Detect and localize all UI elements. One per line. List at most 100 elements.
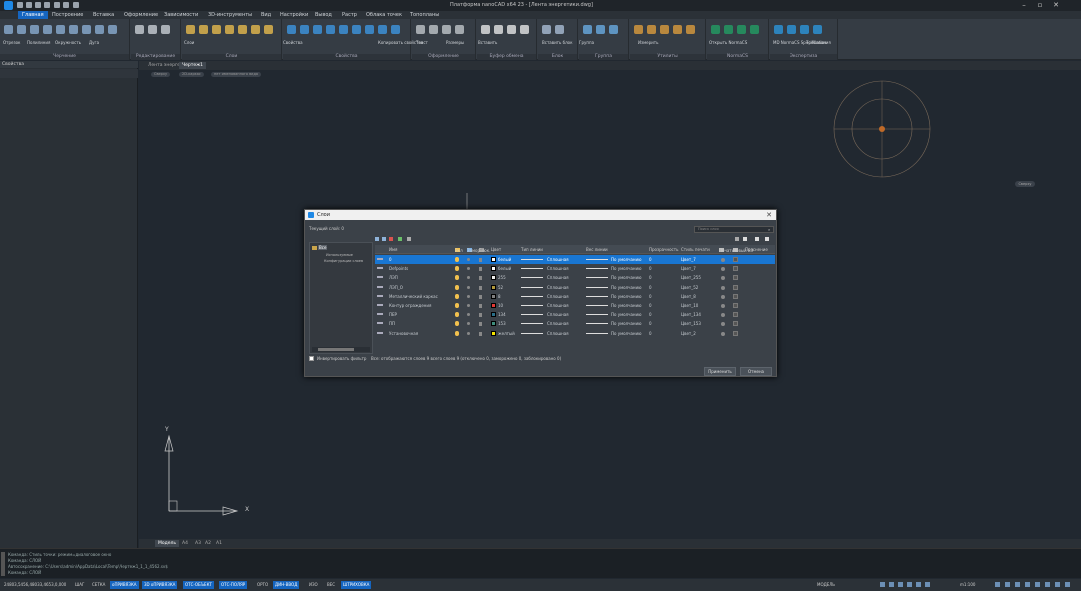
ribbon-tool-icon[interactable]: [686, 25, 695, 34]
status-tray-icon[interactable]: [889, 582, 894, 587]
printer-icon[interactable]: [721, 276, 725, 281]
ribbon-tab-1[interactable]: Построение: [52, 12, 83, 18]
layer-row[interactable]: Контур ограждения 10 Сплошная По умолчанию 0…: [375, 301, 775, 310]
printer-icon[interactable]: [721, 331, 725, 336]
ribbon-tool-icon[interactable]: [43, 25, 52, 34]
ribbon-tool-icon[interactable]: [507, 25, 516, 34]
color-swatch[interactable]: [491, 284, 496, 290]
ribbon-tool-icon[interactable]: [774, 25, 783, 34]
apply-button[interactable]: Применить: [704, 367, 736, 376]
layer-search-input[interactable]: Поиск слоя: [694, 226, 774, 233]
column-header-6[interactable]: Вес линии: [586, 247, 608, 252]
sun-icon[interactable]: [467, 294, 470, 298]
column-header-5[interactable]: Тип линии: [521, 247, 543, 252]
printer-icon[interactable]: [721, 294, 725, 299]
status-tray-icon[interactable]: [1005, 582, 1010, 587]
model-space-toggle[interactable]: МОДЕЛЬ: [815, 581, 837, 589]
color-swatch[interactable]: [491, 312, 496, 318]
status-toggle-1[interactable]: СЕТКА: [90, 581, 107, 589]
ribbon-tool-icon[interactable]: [365, 25, 374, 34]
color-swatch[interactable]: [491, 257, 496, 262]
lock-icon[interactable]: [479, 267, 482, 272]
ribbon-tool-icon[interactable]: [813, 25, 822, 34]
ribbon-button-label[interactable]: Слои: [184, 40, 194, 45]
tree-used-layers[interactable]: Используемые: [326, 253, 353, 257]
ribbon-tool-icon[interactable]: [287, 25, 296, 34]
printer-icon[interactable]: [721, 285, 725, 290]
layer-row[interactable]: ЛЭП 255 Сплошная По умолчанию 0 Цвет_255: [375, 273, 775, 282]
layer-row[interactable]: ПП 153 Сплошная По умолчанию 0 Цвет_153: [375, 319, 775, 328]
bulb-icon[interactable]: [455, 303, 459, 308]
ribbon-tab-4[interactable]: Зависимости: [164, 12, 198, 18]
app-logo-icon[interactable]: [4, 1, 13, 10]
bulb-icon[interactable]: [455, 266, 459, 272]
sun-icon[interactable]: [467, 267, 470, 271]
ribbon-button-label[interactable]: Открыть NormaCS: [709, 40, 747, 45]
view-crumb-2[interactable]: нет именованного вида: [211, 72, 262, 77]
command-line[interactable]: Команда: Стиль точки: режим=диалоговое о…: [0, 548, 1081, 578]
new-layer-vp-icon[interactable]: [382, 237, 386, 241]
cancel-button[interactable]: Отмена: [740, 367, 772, 376]
new-vp-freeze-icon[interactable]: [733, 312, 738, 318]
ribbon-tool-icon[interactable]: [339, 25, 348, 34]
lock-icon[interactable]: [479, 258, 482, 262]
ribbon-tool-icon[interactable]: [313, 25, 322, 34]
columns-icon[interactable]: [743, 237, 747, 241]
refresh-icon[interactable]: [407, 237, 411, 241]
ribbon-button-label[interactable]: Текст: [416, 40, 428, 45]
print-icon[interactable]: [44, 2, 50, 8]
column-header-8[interactable]: Стиль печати: [681, 247, 710, 252]
ribbon-tool-icon[interactable]: [161, 25, 170, 34]
minimize-icon[interactable]: –: [1020, 1, 1028, 9]
search-icon[interactable]: ⌕: [768, 227, 770, 232]
document-tab-1[interactable]: Чертеж1: [179, 62, 207, 69]
status-toggle-3[interactable]: 3D оПРИВЯЗКА: [142, 581, 178, 589]
color-swatch[interactable]: [491, 275, 496, 281]
ribbon-tool-icon[interactable]: [455, 25, 464, 34]
ribbon-tool-icon[interactable]: [724, 25, 733, 34]
ribbon-tool-icon[interactable]: [494, 25, 503, 34]
status-tray-icon[interactable]: [916, 582, 921, 587]
status-toggle-8[interactable]: ИЗО: [307, 581, 320, 589]
maximize-icon[interactable]: ▫: [1036, 1, 1044, 9]
ribbon-tool-icon[interactable]: [95, 25, 104, 34]
ribbon-tool-icon[interactable]: [442, 25, 451, 34]
layer-row[interactable]: Металлический каркас 8 Сплошная По умолчани…: [375, 292, 775, 301]
tree-root[interactable]: Все: [318, 245, 328, 250]
column-header-7[interactable]: Прозрачность: [649, 247, 678, 252]
ribbon-button-label[interactable]: Свойства: [283, 40, 303, 45]
ribbon-button-label[interactable]: Дуга: [89, 40, 99, 45]
ribbon-tool-icon[interactable]: [69, 25, 78, 34]
viewcube[interactable]: [833, 80, 931, 178]
set-current-icon[interactable]: [398, 237, 402, 241]
ribbon-button-label[interactable]: Окружность: [55, 40, 81, 45]
printer-icon[interactable]: [721, 304, 725, 308]
lock-icon[interactable]: [479, 331, 482, 336]
sun-icon[interactable]: [467, 276, 470, 280]
status-toggle-10[interactable]: ШТРИХОВКА: [341, 581, 372, 589]
new-layer-icon[interactable]: [375, 237, 379, 241]
ribbon-button-label[interactable]: Полилиния: [27, 40, 50, 45]
layout-tab-0[interactable]: Модель: [155, 540, 180, 547]
ribbon-button-label[interactable]: Измерить: [638, 40, 658, 45]
bulb-icon[interactable]: [455, 284, 459, 290]
invert-filter-checkbox[interactable]: [309, 356, 314, 361]
ribbon-tool-icon[interactable]: [30, 25, 39, 34]
save-icon[interactable]: [35, 2, 41, 8]
status-toggle-0[interactable]: ШАГ: [73, 581, 86, 589]
ribbon-tool-icon[interactable]: [481, 25, 490, 34]
close-icon[interactable]: ✕: [1052, 1, 1060, 9]
ribbon-tab-10[interactable]: Облака точек: [366, 12, 402, 18]
ribbon-tool-icon[interactable]: [800, 25, 809, 34]
status-tray-icon[interactable]: [1055, 582, 1060, 587]
new-vp-freeze-icon[interactable]: [733, 293, 738, 299]
ribbon-tool-icon[interactable]: [352, 25, 361, 34]
ribbon-tool-icon[interactable]: [225, 25, 234, 34]
status-toggle-9[interactable]: ВЕС: [325, 581, 337, 589]
ribbon-tool-icon[interactable]: [4, 25, 13, 34]
printer-icon[interactable]: [721, 258, 725, 262]
new-file-icon[interactable]: [17, 2, 23, 8]
ribbon-button-label[interactable]: Требования: [806, 40, 831, 45]
layer-row[interactable]: ЛЭП_О 52 Сплошная По умолчанию 0 Цвет_52: [375, 283, 775, 292]
ribbon-tab-6[interactable]: Вид: [261, 12, 271, 18]
